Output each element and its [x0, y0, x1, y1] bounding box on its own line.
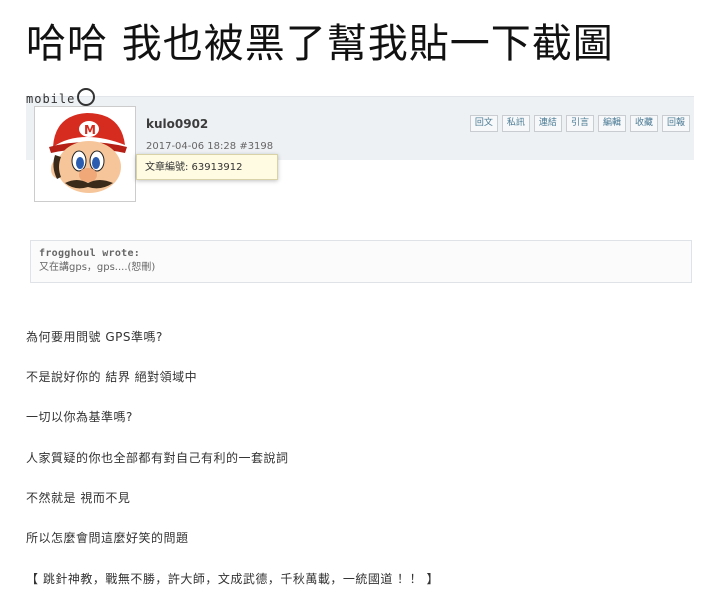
- site-badge-text: mobile: [26, 92, 76, 106]
- reply-button[interactable]: 回文: [469, 115, 498, 132]
- body-line: 為何要用問號 GPS準嗎?: [26, 330, 163, 344]
- body-line: 不然就是 視而不見: [26, 491, 131, 505]
- body-line: 所以怎麼會問這麼好笑的問題: [26, 531, 189, 545]
- body-line: 人家質疑的你也全部都有對自己有利的一套說詞: [26, 451, 289, 465]
- camera-icon: [77, 88, 96, 106]
- favorite-button[interactable]: 收藏: [629, 115, 658, 132]
- avatar[interactable]: M: [34, 106, 136, 202]
- private-message-button[interactable]: 私訊: [501, 115, 530, 132]
- edit-button[interactable]: 編輯: [597, 115, 626, 132]
- body-line: 【 跳針神教，戰無不勝，許大師，文成武德，千秋萬載，一統國道 ！！ 】: [26, 572, 439, 586]
- body-line: 不是說好你的 結界 絕對領域中: [26, 370, 198, 384]
- quote-text: 又在講gps，gps....(恕刪): [39, 262, 156, 273]
- post-number[interactable]: #3198: [239, 141, 273, 152]
- screenshot-caption: 哈哈 我也被黑了幫我貼一下截圖: [26, 21, 614, 67]
- report-button[interactable]: 回報: [661, 115, 690, 132]
- site-badge: mobile: [26, 88, 138, 106]
- quote-button[interactable]: 引言: [565, 115, 594, 132]
- svg-text:M: M: [84, 123, 96, 137]
- post-id-tooltip: 文章編號: 63913912: [136, 154, 278, 180]
- post-meta: 2017-04-06 18:28 #3198: [146, 141, 273, 152]
- post-actions: 回文 私訊 連結 引言 編輯 收藏 回報: [469, 115, 690, 132]
- post-username[interactable]: kulo0902: [146, 117, 208, 131]
- quote-block: frogghoul wrote: 又在講gps，gps....(恕刪): [30, 240, 692, 283]
- avatar-area: mobile M: [26, 88, 138, 202]
- post-date: 2017-04-06 18:28: [146, 141, 237, 152]
- mario-avatar-icon: M: [35, 107, 135, 201]
- link-button[interactable]: 連結: [533, 115, 562, 132]
- forum-post: kulo0902 2017-04-06 18:28 #3198 回文 私訊 連結…: [26, 88, 694, 592]
- quote-author: frogghoul wrote:: [39, 248, 141, 259]
- body-line: 一切以你為基準嗎?: [26, 410, 133, 424]
